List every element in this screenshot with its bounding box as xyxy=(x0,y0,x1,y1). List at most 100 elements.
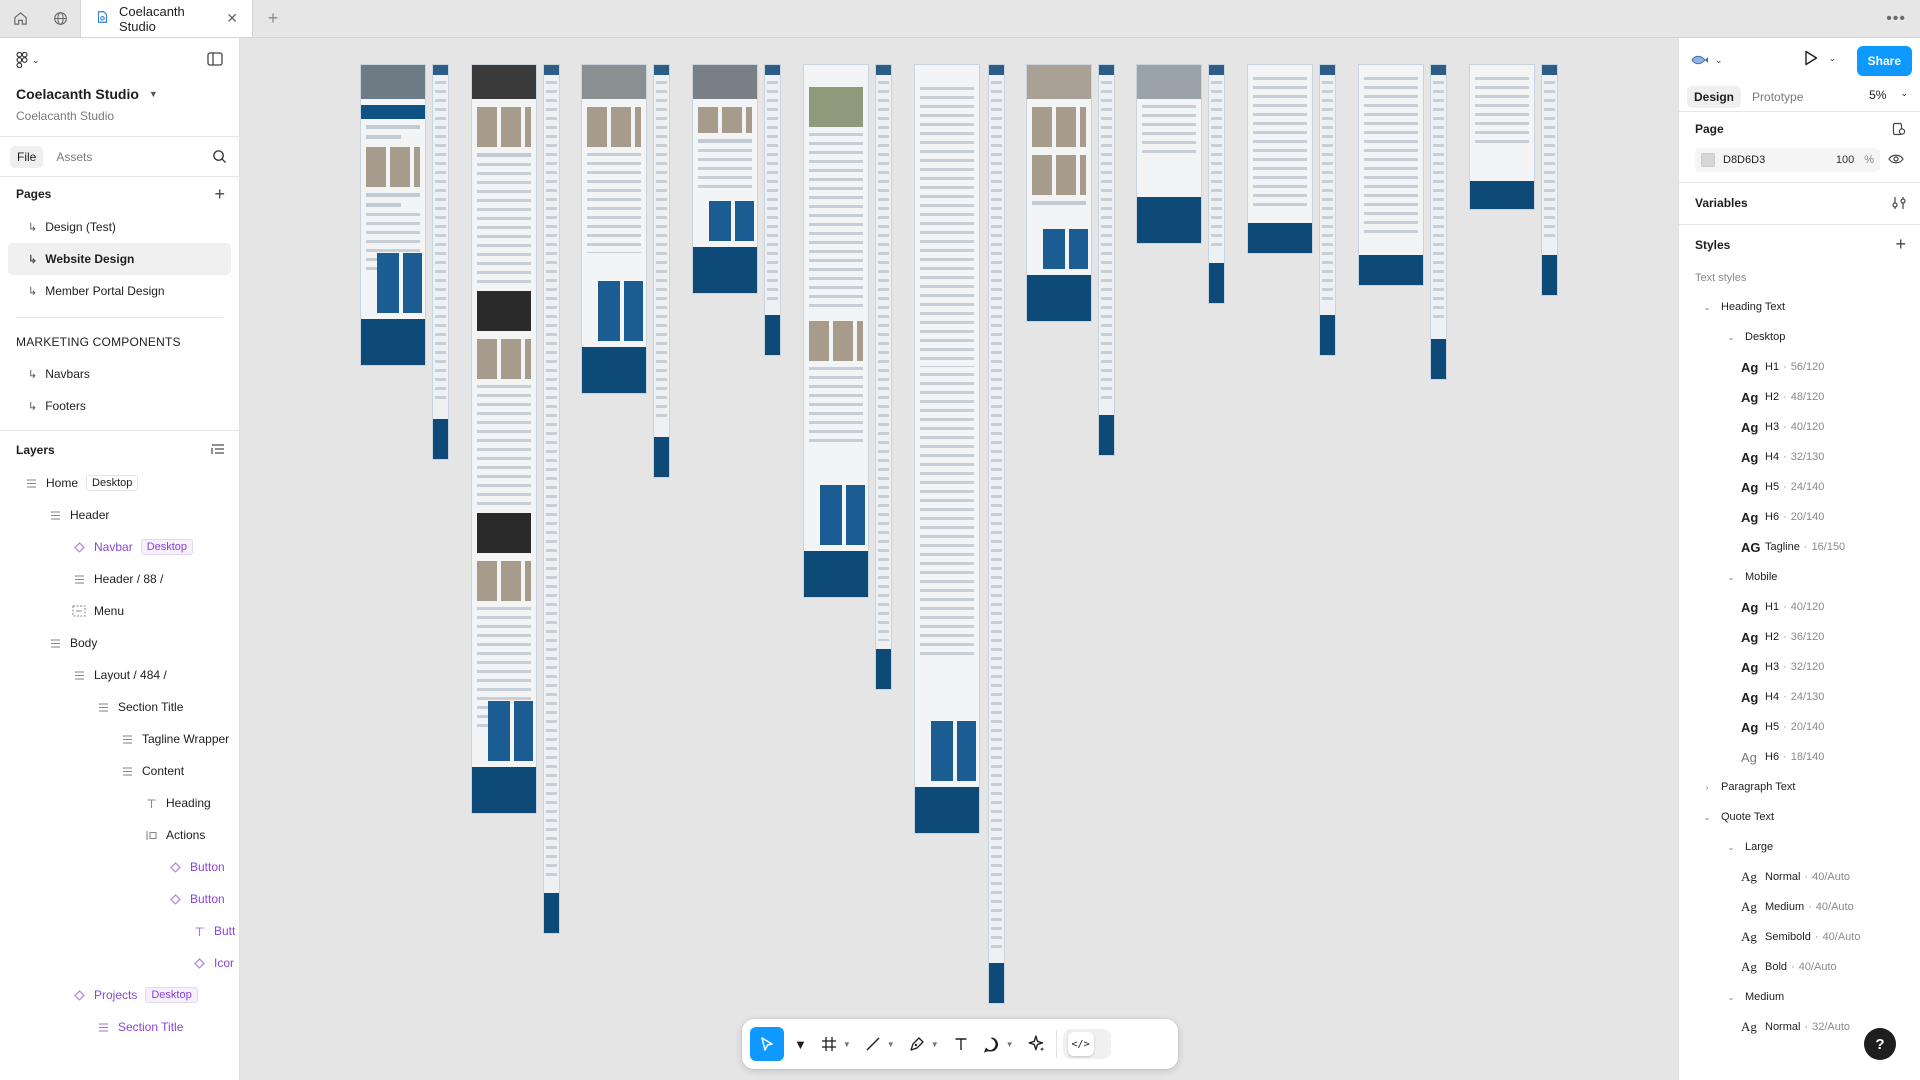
style-subgroup[interactable]: ⌄ Medium xyxy=(1695,982,1904,1012)
tab-assets[interactable]: Assets xyxy=(49,146,99,168)
text-style-item[interactable]: Ag H2 · 36/120 xyxy=(1695,622,1904,652)
pen-tool-button[interactable]: ▼ xyxy=(905,1027,943,1061)
variables-settings-icon[interactable] xyxy=(1892,196,1906,213)
add-page-plus-icon[interactable]: + xyxy=(214,184,225,205)
toggle-sidebar-icon[interactable] xyxy=(207,52,223,69)
project-name[interactable]: Coelacanth Studio ▼ xyxy=(16,86,158,102)
frame-mobile-blog[interactable] xyxy=(1098,64,1115,456)
page-fill-hex[interactable]: D8D6D3 xyxy=(1723,154,1765,166)
text-style-item[interactable]: Ag Bold · 40/Auto xyxy=(1695,952,1904,982)
tab-design[interactable]: Design xyxy=(1687,85,1742,108)
layer-item[interactable]: Header / 88 / xyxy=(0,563,239,595)
move-tool-caret-icon[interactable]: ▼ xyxy=(790,1027,811,1061)
text-style-item[interactable]: Ag H5 · 24/140 xyxy=(1695,472,1904,502)
frame-mobile-projects[interactable] xyxy=(764,64,781,356)
help-button[interactable]: ? xyxy=(1864,1028,1896,1060)
frame-desktop-legal-2[interactable] xyxy=(1358,64,1424,286)
layer-item[interactable]: Section Title xyxy=(0,1011,239,1043)
comment-tool-button[interactable]: ▼ xyxy=(979,1027,1018,1061)
layer-item[interactable]: Projects Desktop xyxy=(0,979,239,1011)
new-tab-plus-icon[interactable]: + xyxy=(253,0,293,37)
text-style-item[interactable]: Ag H1 · 40/120 xyxy=(1695,592,1904,622)
frame-mobile-legal-1[interactable] xyxy=(1319,64,1336,356)
design-canvas[interactable] xyxy=(240,38,1678,1080)
style-subgroup[interactable]: ⌄ Large xyxy=(1695,832,1904,862)
frame-mobile-services[interactable] xyxy=(653,64,670,478)
frame-desktop-legal-1[interactable] xyxy=(1247,64,1313,254)
frame-tool-button[interactable]: ▼ xyxy=(817,1027,855,1061)
color-swatch[interactable] xyxy=(1701,153,1715,167)
zoom-control[interactable]: 5% ⌄ xyxy=(1869,88,1908,102)
frame-desktop-pricing[interactable] xyxy=(914,64,980,834)
frame-mobile-project-detail[interactable] xyxy=(875,64,892,690)
team-name[interactable]: Coelacanth Studio xyxy=(16,109,114,123)
home-icon[interactable] xyxy=(0,0,40,37)
frame-desktop-projects[interactable] xyxy=(692,64,758,294)
layer-item[interactable]: Navbar Desktop xyxy=(0,531,239,563)
text-style-item[interactable]: Ag H6 · 20/140 xyxy=(1695,502,1904,532)
text-style-item[interactable]: Ag H1 · 56/120 xyxy=(1695,352,1904,382)
main-menu-button[interactable]: ⌄ xyxy=(16,52,40,68)
page-fill-opacity[interactable]: 100 xyxy=(1836,154,1854,166)
layer-item[interactable]: Content xyxy=(0,755,239,787)
style-subgroup[interactable]: ⌄ Desktop xyxy=(1695,322,1904,352)
text-style-item[interactable]: Ag H2 · 48/120 xyxy=(1695,382,1904,412)
eye-visibility-icon[interactable] xyxy=(1888,153,1904,168)
add-style-plus-icon[interactable]: + xyxy=(1895,234,1906,255)
text-style-item[interactable]: Ag Medium · 40/Auto xyxy=(1695,892,1904,922)
frame-mobile-contact[interactable] xyxy=(1208,64,1225,304)
frame-desktop-contact[interactable] xyxy=(1136,64,1202,244)
style-group[interactable]: ⌄ Quote Text xyxy=(1695,802,1904,832)
text-style-item[interactable]: Ag Semibold · 40/Auto xyxy=(1695,922,1904,952)
layer-item[interactable]: Home Desktop xyxy=(0,467,239,499)
close-tab-icon[interactable]: ✕ xyxy=(226,10,238,27)
text-style-item[interactable]: Ag H5 · 20/140 xyxy=(1695,712,1904,742)
more-options-icon[interactable]: ••• xyxy=(1886,10,1906,28)
search-icon[interactable] xyxy=(212,149,227,167)
tab-file[interactable]: File xyxy=(10,145,44,168)
dev-mode-toggle[interactable]: </> xyxy=(1062,1029,1111,1059)
page-item[interactable]: ↳ Footers xyxy=(0,390,239,422)
frame-mobile-pricing[interactable] xyxy=(988,64,1005,1004)
frame-desktop-home[interactable] xyxy=(360,64,426,366)
style-group[interactable]: › Paragraph Text xyxy=(1695,772,1904,802)
shape-tool-button[interactable]: ▼ xyxy=(861,1027,899,1061)
frame-desktop-blog[interactable] xyxy=(1026,64,1092,322)
page-item[interactable]: ↳ Design (Test) xyxy=(0,211,239,243)
text-style-item[interactable]: Ag H6 · 18/140 xyxy=(1695,742,1904,772)
text-style-item[interactable]: Ag H4 · 32/130 xyxy=(1695,442,1904,472)
text-style-item[interactable]: AG Tagline · 16/150 xyxy=(1695,532,1904,562)
page-item[interactable]: ↳ Website Design xyxy=(8,243,231,275)
community-globe-icon[interactable] xyxy=(40,0,80,37)
layer-item[interactable]: Butt xyxy=(0,915,239,947)
text-style-item[interactable]: Ag Normal · 40/Auto xyxy=(1695,862,1904,892)
present-button[interactable]: ⌄ xyxy=(1804,50,1836,66)
layer-item[interactable]: Heading xyxy=(0,787,239,819)
page-item[interactable]: ↳ Member Portal Design xyxy=(0,275,239,307)
layer-item[interactable]: Header xyxy=(0,499,239,531)
text-style-item[interactable]: Ag H3 · 32/120 xyxy=(1695,652,1904,682)
file-tab[interactable]: Coelacanth Studio ✕ xyxy=(80,0,253,37)
tab-prototype[interactable]: Prototype xyxy=(1745,86,1810,108)
user-avatar-menu[interactable]: ⌄ xyxy=(1691,54,1723,66)
layer-item[interactable]: Section Title xyxy=(0,691,239,723)
move-tool-button[interactable] xyxy=(750,1027,784,1061)
frame-mobile-legal-3[interactable] xyxy=(1541,64,1558,296)
frame-mobile-about[interactable] xyxy=(543,64,560,934)
frame-mobile-home[interactable] xyxy=(432,64,449,460)
layer-item[interactable]: Button xyxy=(0,851,239,883)
text-style-item[interactable]: Ag H3 · 40/120 xyxy=(1695,412,1904,442)
layer-item[interactable]: Layout / 484 / xyxy=(0,659,239,691)
page-styles-icon[interactable] xyxy=(1892,122,1906,139)
layer-item[interactable]: Actions xyxy=(0,819,239,851)
frame-desktop-project-detail[interactable] xyxy=(803,64,869,598)
frame-desktop-about[interactable] xyxy=(471,64,537,814)
frame-mobile-legal-2[interactable] xyxy=(1430,64,1447,380)
style-subgroup[interactable]: ⌄ Mobile xyxy=(1695,562,1904,592)
page-fill-input[interactable]: D8D6D3 100 % xyxy=(1695,148,1880,172)
layer-item[interactable]: Button xyxy=(0,883,239,915)
layer-item[interactable]: Body xyxy=(0,627,239,659)
page-item[interactable]: ↳ Navbars xyxy=(0,358,239,390)
style-group[interactable]: ⌄ Heading Text xyxy=(1695,292,1904,322)
text-style-item[interactable]: Ag H4 · 24/130 xyxy=(1695,682,1904,712)
